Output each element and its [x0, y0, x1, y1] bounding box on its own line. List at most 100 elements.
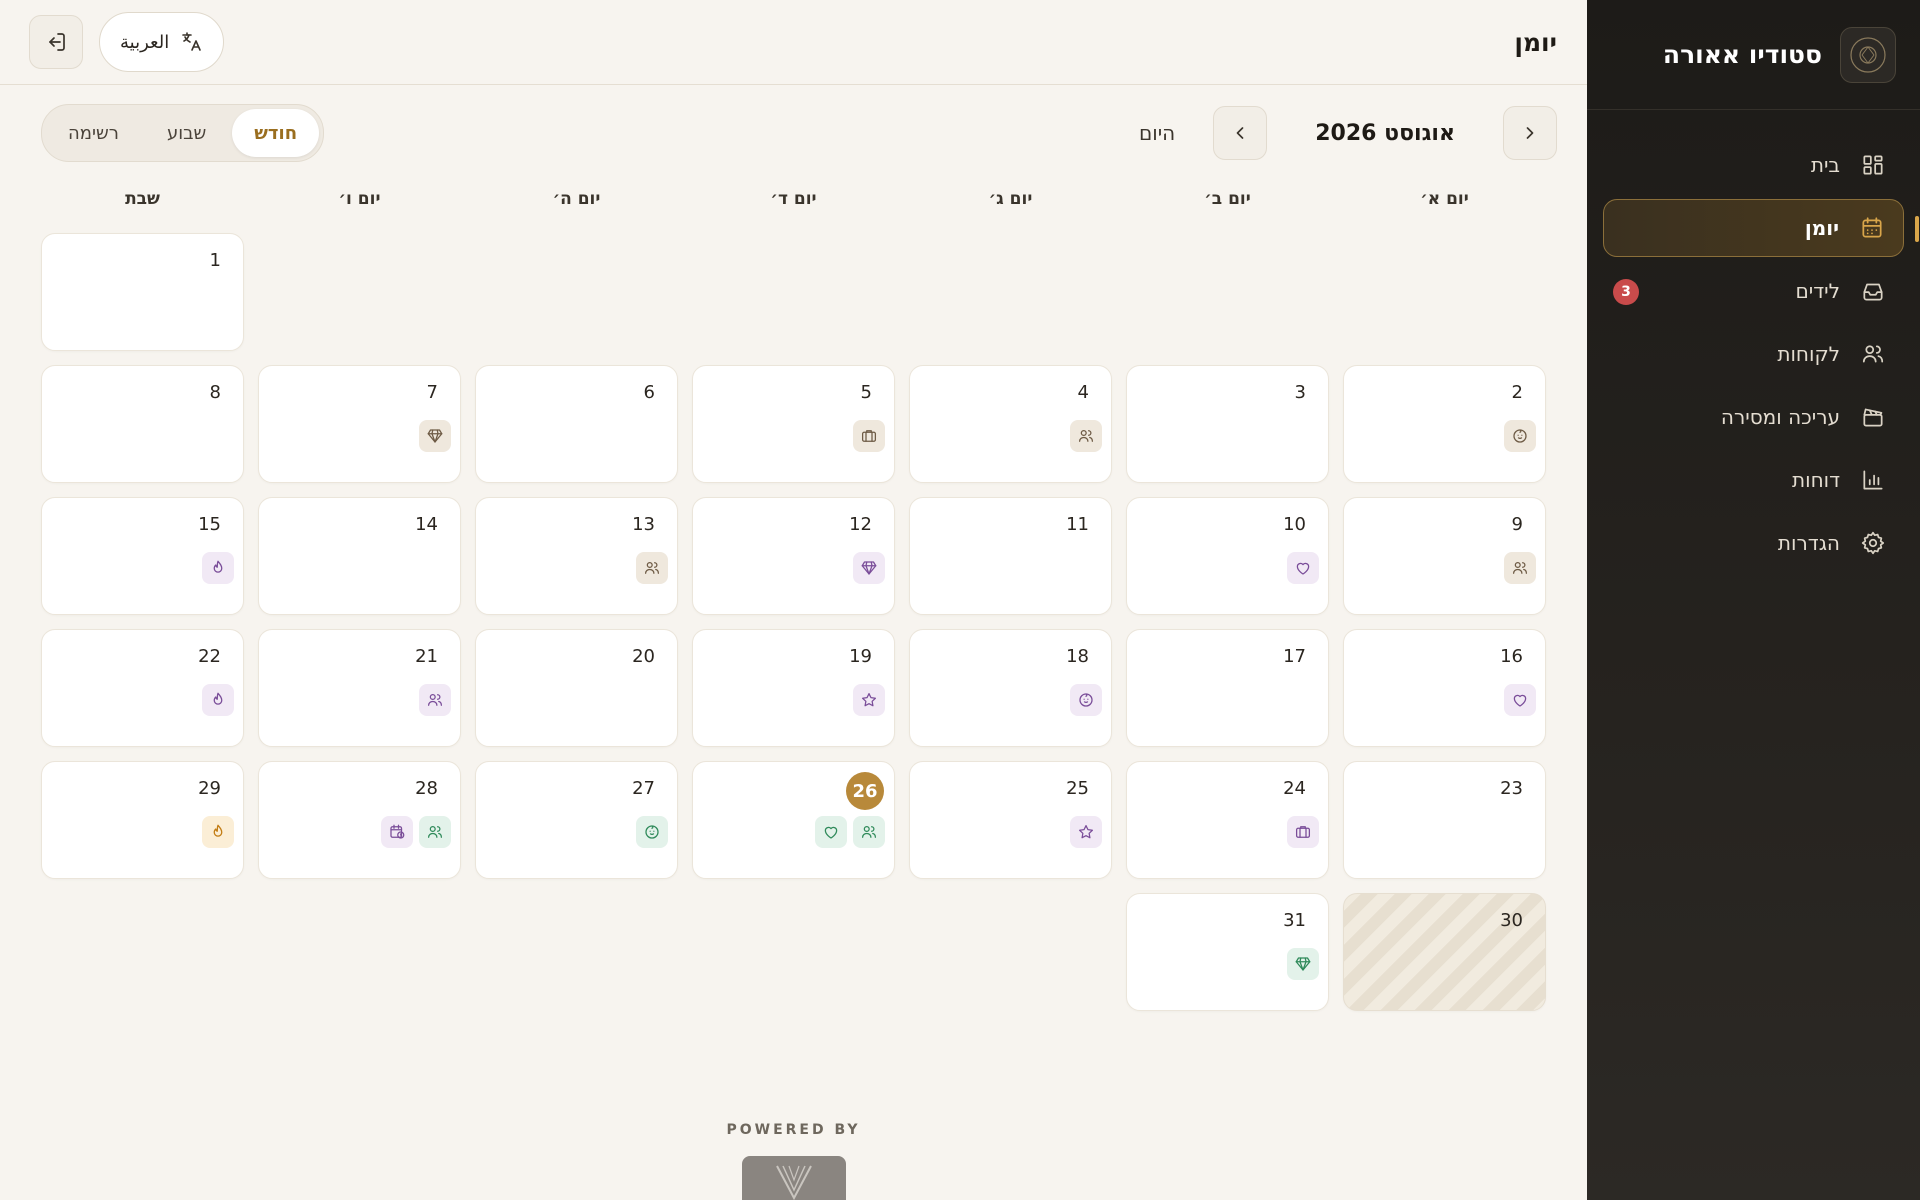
- day-cell[interactable]: 1: [41, 233, 244, 351]
- event-chip[interactable]: [1287, 552, 1319, 584]
- gear-icon: [1861, 531, 1885, 555]
- aperture-icon: [1850, 36, 1886, 73]
- day-cell[interactable]: 2: [1343, 365, 1546, 483]
- day-cell[interactable]: 3: [1126, 365, 1329, 483]
- weekday-label: יום א׳: [1420, 189, 1469, 209]
- day-cell[interactable]: 13: [475, 497, 678, 615]
- day-cell[interactable]: 23: [1343, 761, 1546, 879]
- sidebar-item-editing[interactable]: עריכה ומסירה: [1603, 388, 1904, 446]
- sidebar-item-label: לקוחות: [1777, 342, 1840, 366]
- event-chip[interactable]: [815, 816, 847, 848]
- event-chip[interactable]: [381, 816, 413, 848]
- powered-by-label: POWERED BY: [726, 1122, 861, 1138]
- event-chip[interactable]: [853, 420, 885, 452]
- event-chip[interactable]: [1504, 420, 1536, 452]
- day-cell[interactable]: 28: [258, 761, 461, 879]
- gem-icon: [1295, 957, 1311, 971]
- day-cell[interactable]: 7: [258, 365, 461, 483]
- brand-logo: [1840, 26, 1896, 83]
- weekday-label: יום ד׳: [770, 189, 817, 209]
- weekday-label: שבת: [125, 189, 160, 209]
- day-cell[interactable]: 22: [41, 629, 244, 747]
- day-cell[interactable]: 19: [692, 629, 895, 747]
- day-cell[interactable]: 21: [258, 629, 461, 747]
- today-button[interactable]: היום: [1121, 121, 1193, 145]
- event-chip[interactable]: [1070, 420, 1102, 452]
- language-button[interactable]: العربية: [99, 12, 225, 72]
- sidebar-item-leads[interactable]: לידים 3: [1603, 262, 1904, 320]
- day-cell[interactable]: 16: [1343, 629, 1546, 747]
- day-events: [1070, 816, 1102, 848]
- day-cell[interactable]: 9: [1343, 497, 1546, 615]
- day-cell[interactable]: 15: [41, 497, 244, 615]
- sidebar-nav: בית יומן לידים 3 לקוחות עריכה ומסירה דוחות הגדר…: [1587, 110, 1920, 572]
- day-number: 7: [426, 382, 438, 403]
- day-events: [1504, 552, 1536, 584]
- sidebar-item-reports[interactable]: דוחות: [1603, 451, 1904, 509]
- event-chip[interactable]: [636, 816, 668, 848]
- event-chip[interactable]: [1070, 816, 1102, 848]
- today-day-number: 26: [846, 772, 884, 810]
- day-cell[interactable]: 5: [692, 365, 895, 483]
- day-number: 23: [1500, 778, 1523, 799]
- flame-icon: [213, 560, 223, 573]
- day-cell[interactable]: 14: [258, 497, 461, 615]
- event-chip[interactable]: [1287, 948, 1319, 980]
- day-cell[interactable]: 6: [475, 365, 678, 483]
- month-label: אוגוסט 2026: [1315, 120, 1455, 146]
- event-chip[interactable]: [419, 816, 451, 848]
- day-cell[interactable]: 31: [1126, 893, 1329, 1011]
- next-month-button[interactable]: [1213, 106, 1268, 160]
- view-list-button[interactable]: רשימה: [46, 109, 141, 157]
- day-cell[interactable]: 11: [909, 497, 1112, 615]
- day-cell[interactable]: 20: [475, 629, 678, 747]
- bar-chart-icon: [1863, 470, 1883, 490]
- event-chip[interactable]: [853, 816, 885, 848]
- view-week-button[interactable]: שבוע: [145, 109, 228, 157]
- sidebar-item-home[interactable]: בית: [1603, 136, 1904, 194]
- users-icon: [1512, 561, 1528, 574]
- event-chip[interactable]: [202, 816, 234, 848]
- brand: סטודיו אאורה: [1587, 0, 1920, 110]
- event-chip[interactable]: [1070, 684, 1102, 716]
- day-cell[interactable]: 25: [909, 761, 1112, 879]
- event-chip[interactable]: [1504, 684, 1536, 716]
- event-chip[interactable]: [419, 420, 451, 452]
- event-chip[interactable]: [853, 552, 885, 584]
- gem-icon: [861, 561, 877, 575]
- event-chip[interactable]: [1287, 816, 1319, 848]
- day-cell[interactable]: 27: [475, 761, 678, 879]
- day-cell[interactable]: 18: [909, 629, 1112, 747]
- sidebar-item-clients[interactable]: לקוחות: [1603, 325, 1904, 383]
- day-number: 11: [1066, 514, 1089, 535]
- day-cell[interactable]: 10: [1126, 497, 1329, 615]
- event-chip[interactable]: [636, 552, 668, 584]
- day-cell[interactable]: 12: [692, 497, 895, 615]
- logout-button[interactable]: [29, 15, 83, 69]
- clapperboard-icon: [1863, 408, 1883, 427]
- day-cell[interactable]: 29: [41, 761, 244, 879]
- event-chip[interactable]: [419, 684, 451, 716]
- event-chip[interactable]: [202, 684, 234, 716]
- sidebar-item-settings[interactable]: הגדרות: [1603, 514, 1904, 572]
- event-chip[interactable]: [202, 552, 234, 584]
- baby-icon: [1513, 429, 1527, 443]
- day-cell[interactable]: 30: [1343, 893, 1546, 1011]
- day-cell[interactable]: 4: [909, 365, 1112, 483]
- prev-month-button[interactable]: [1503, 106, 1557, 160]
- day-number: 20: [632, 646, 655, 667]
- view-month-button[interactable]: חודש: [232, 109, 320, 157]
- event-chip[interactable]: [1504, 552, 1536, 584]
- day-cell[interactable]: 26: [692, 761, 895, 879]
- weekday-header: יום א׳ יום ב׳ יום ג׳ יום ד׳ יום ה׳ יום ו׳ שבת: [0, 181, 1587, 217]
- day-cell[interactable]: 17: [1126, 629, 1329, 747]
- day-events: [1287, 816, 1319, 848]
- event-chip[interactable]: [853, 684, 885, 716]
- day-number: 6: [643, 382, 655, 403]
- day-number: 18: [1066, 646, 1089, 667]
- sidebar-item-calendar[interactable]: יומן: [1603, 199, 1919, 257]
- flame-icon: [213, 692, 223, 705]
- day-cell[interactable]: 24: [1126, 761, 1329, 879]
- day-number: 25: [1066, 778, 1089, 799]
- day-cell[interactable]: 8: [41, 365, 244, 483]
